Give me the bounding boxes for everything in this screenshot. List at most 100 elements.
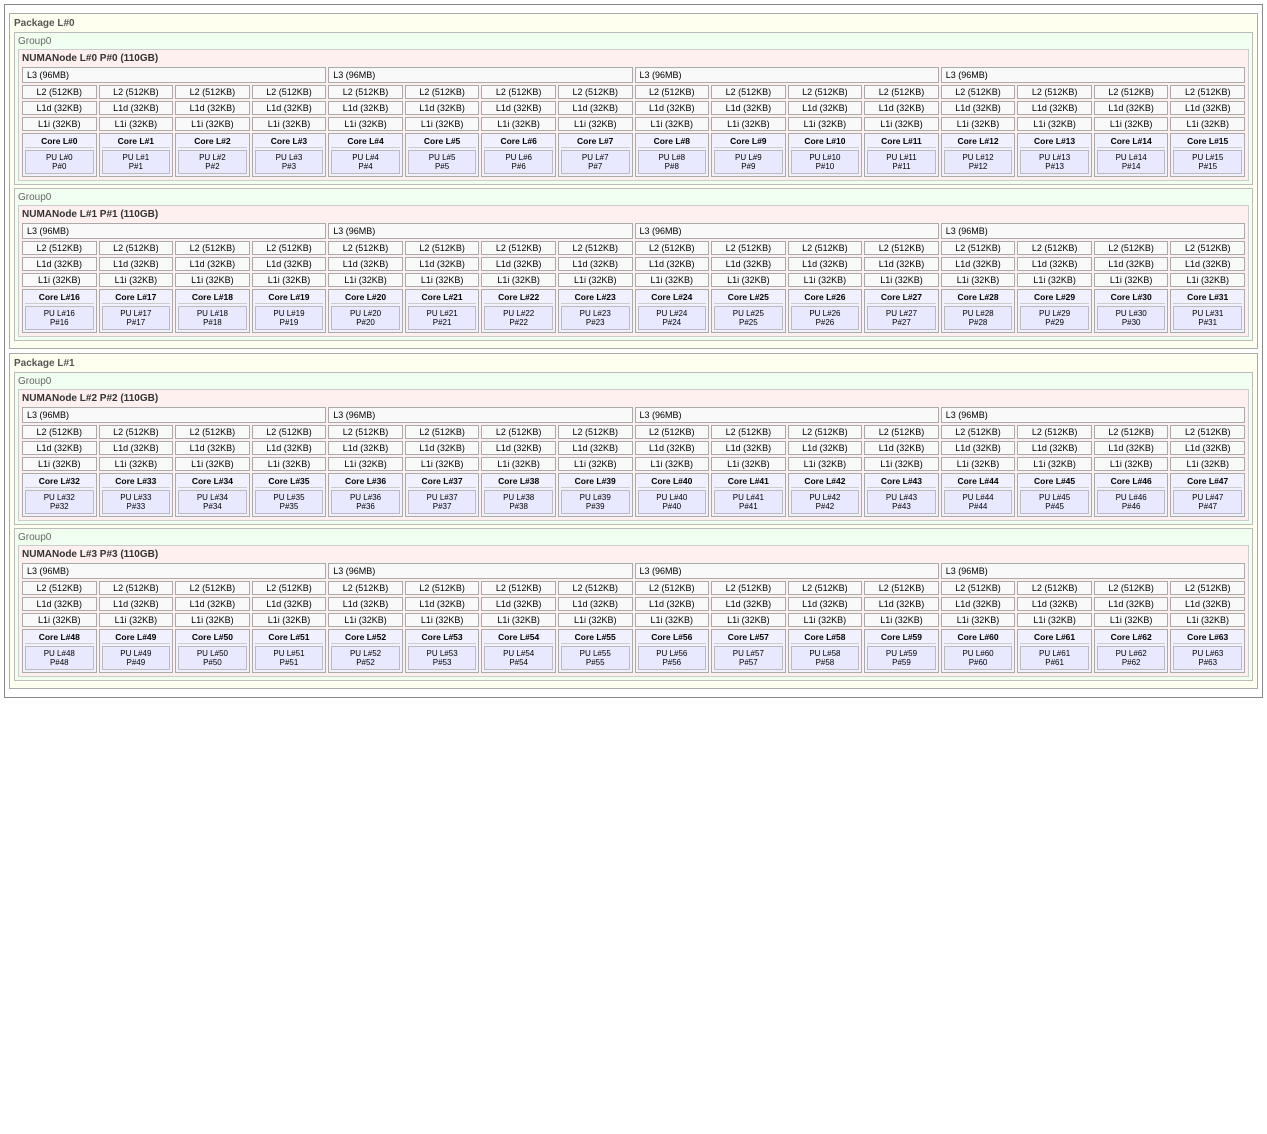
core-label: Core L#30 — [1097, 292, 1166, 304]
pu-box: PU L#35 P#35 — [255, 490, 324, 514]
core-box: Core L#28PU L#28 P#28 — [941, 289, 1016, 333]
core-box: Core L#22PU L#22 P#22 — [481, 289, 556, 333]
core-label: Core L#51 — [255, 632, 324, 644]
core-label: Core L#50 — [178, 632, 247, 644]
core-row: Core L#16PU L#16 P#16Core L#17PU L#17 P#… — [22, 289, 1245, 333]
l1i-cell: L1i (32KB) — [864, 613, 939, 627]
l1d-cell: L1d (32KB) — [635, 101, 710, 115]
core-label: Core L#18 — [178, 292, 247, 304]
core-box: Core L#16PU L#16 P#16 — [22, 289, 97, 333]
l2-cell: L2 (512KB) — [711, 425, 786, 439]
core-label: Core L#22 — [484, 292, 553, 304]
core-label: Core L#37 — [408, 476, 477, 488]
pu-box: PU L#46 P#46 — [1097, 490, 1166, 514]
numa-node: NUMANode L#2 P#2 (110GB)L3 (96MB)L3 (96M… — [18, 389, 1249, 521]
l3-row: L3 (96MB)L3 (96MB)L3 (96MB)L3 (96MB) — [22, 223, 1245, 239]
l1i-cell: L1i (32KB) — [788, 457, 863, 471]
core-box: Core L#8PU L#8 P#8 — [635, 133, 710, 177]
pu-box: PU L#6 P#6 — [484, 150, 553, 174]
l2-cell: L2 (512KB) — [1094, 241, 1169, 255]
pu-box: PU L#25 P#25 — [714, 306, 783, 330]
l1d-cell: L1d (32KB) — [1170, 597, 1245, 611]
l2-cell: L2 (512KB) — [941, 241, 1016, 255]
l2-cell: L2 (512KB) — [558, 581, 633, 595]
core-box: Core L#4PU L#4 P#4 — [328, 133, 403, 177]
group-title: Group0 — [18, 36, 1249, 47]
l1i-cell: L1i (32KB) — [1017, 613, 1092, 627]
l1d-cell: L1d (32KB) — [1017, 597, 1092, 611]
l1d-cell: L1d (32KB) — [1170, 441, 1245, 455]
l1i-cell: L1i (32KB) — [405, 273, 480, 287]
l1i-cell: L1i (32KB) — [788, 273, 863, 287]
pu-box: PU L#47 P#47 — [1173, 490, 1242, 514]
l3-cell: L3 (96MB) — [635, 407, 939, 423]
l1i-cell: L1i (32KB) — [788, 117, 863, 131]
l2-cell: L2 (512KB) — [941, 85, 1016, 99]
core-box: Core L#60PU L#60 P#60 — [941, 629, 1016, 673]
l3-cell: L3 (96MB) — [635, 67, 939, 83]
core-box: Core L#2PU L#2 P#2 — [175, 133, 250, 177]
core-box: Core L#37PU L#37 P#37 — [405, 473, 480, 517]
pu-box: PU L#55 P#55 — [561, 646, 630, 670]
pu-box: PU L#19 P#19 — [255, 306, 324, 330]
l1d-cell: L1d (32KB) — [558, 257, 633, 271]
l1d-cell: L1d (32KB) — [711, 597, 786, 611]
pu-box: PU L#34 P#34 — [178, 490, 247, 514]
packages-container: Package L#0Group0NUMANode L#0 P#0 (110GB… — [9, 13, 1258, 689]
package-title: Package L#1 — [14, 358, 1253, 369]
group-title: Group0 — [18, 376, 1249, 387]
core-box: Core L#17PU L#17 P#17 — [99, 289, 174, 333]
l1i-cell: L1i (32KB) — [711, 613, 786, 627]
core-box: Core L#10PU L#10 P#10 — [788, 133, 863, 177]
l2-cell: L2 (512KB) — [558, 241, 633, 255]
core-box: Core L#23PU L#23 P#23 — [558, 289, 633, 333]
core-label: Core L#62 — [1097, 632, 1166, 644]
numa-node: NUMANode L#3 P#3 (110GB)L3 (96MB)L3 (96M… — [18, 545, 1249, 677]
package-title: Package L#0 — [14, 18, 1253, 29]
core-label: Core L#25 — [714, 292, 783, 304]
pu-box: PU L#29 P#29 — [1020, 306, 1089, 330]
l2-cell: L2 (512KB) — [99, 85, 174, 99]
l1i-cell: L1i (32KB) — [558, 273, 633, 287]
l1i-cell: L1i (32KB) — [1017, 117, 1092, 131]
core-box: Core L#30PU L#30 P#30 — [1094, 289, 1169, 333]
core-box: Core L#49PU L#49 P#49 — [99, 629, 174, 673]
l3-cell: L3 (96MB) — [328, 407, 632, 423]
l2-cell: L2 (512KB) — [941, 581, 1016, 595]
l1i-row: L1i (32KB) L1i (32KB) L1i (32KB) L1i (32KB)… — [22, 613, 1245, 627]
l1i-cell: L1i (32KB) — [941, 457, 1016, 471]
core-box: Core L#31PU L#31 P#31 — [1170, 289, 1245, 333]
l1d-cell: L1d (32KB) — [328, 101, 403, 115]
core-box: Core L#5PU L#5 P#5 — [405, 133, 480, 177]
pu-box: PU L#33 P#33 — [102, 490, 171, 514]
core-box: Core L#24PU L#24 P#24 — [635, 289, 710, 333]
l2-cell: L2 (512KB) — [252, 581, 327, 595]
l2-cell: L2 (512KB) — [405, 85, 480, 99]
core-label: Core L#58 — [791, 632, 860, 644]
core-label: Core L#40 — [638, 476, 707, 488]
core-label: Core L#38 — [484, 476, 553, 488]
pu-box: PU L#23 P#23 — [561, 306, 630, 330]
numa-title: NUMANode L#1 P#1 (110GB) — [22, 209, 1245, 220]
pu-box: PU L#57 P#57 — [714, 646, 783, 670]
l1i-cell: L1i (32KB) — [481, 457, 556, 471]
pu-box: PU L#21 P#21 — [408, 306, 477, 330]
core-label: Core L#41 — [714, 476, 783, 488]
l1d-cell: L1d (32KB) — [1094, 597, 1169, 611]
l1d-cell: L1d (32KB) — [788, 101, 863, 115]
l1i-cell: L1i (32KB) — [405, 117, 480, 131]
l1i-cell: L1i (32KB) — [711, 457, 786, 471]
pu-box: PU L#51 P#51 — [255, 646, 324, 670]
core-label: Core L#55 — [561, 632, 630, 644]
l1d-cell: L1d (32KB) — [1017, 101, 1092, 115]
core-label: Core L#11 — [867, 136, 936, 148]
pu-box: PU L#58 P#58 — [791, 646, 860, 670]
l2-cell: L2 (512KB) — [635, 241, 710, 255]
pu-box: PU L#3 P#3 — [255, 150, 324, 174]
l2-cell: L2 (512KB) — [788, 241, 863, 255]
l1i-cell: L1i (32KB) — [864, 457, 939, 471]
pu-box: PU L#31 P#31 — [1173, 306, 1242, 330]
l1i-cell: L1i (32KB) — [1170, 613, 1245, 627]
core-box: Core L#55 PU L#55 P#55 — [558, 629, 633, 673]
l1i-cell: L1i (32KB) — [864, 273, 939, 287]
